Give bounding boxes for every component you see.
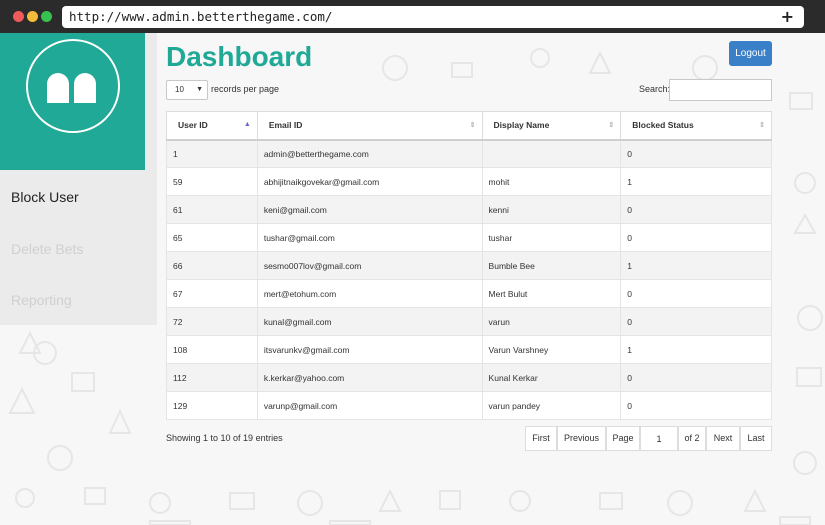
cell-blocked-status: 1 <box>620 167 772 196</box>
table-row[interactable]: 59 abhijitnaikgovekar@gmail.com mohit 1 <box>166 167 772 196</box>
pagination-previous-button[interactable]: Previous <box>557 426 606 451</box>
cell-email-id: sesmo007lov@gmail.com <box>256 251 483 280</box>
cell-user-id: 112 <box>166 363 258 392</box>
cell-email-id: keni@gmail.com <box>256 195 483 224</box>
cell-email-id: mert@etohum.com <box>256 279 483 308</box>
cell-user-id: 66 <box>166 251 258 280</box>
logo-circle <box>26 39 120 133</box>
close-window-button[interactable] <box>13 11 24 22</box>
cell-user-id: 72 <box>166 307 258 336</box>
column-header-email-id[interactable]: Email ID ⇕ <box>256 111 483 141</box>
sort-both-icon: ⇕ <box>759 122 765 129</box>
column-header-label: Email ID <box>268 120 303 131</box>
sort-both-icon: ⇕ <box>608 122 615 129</box>
column-header-user-id[interactable]: User ID ▲ <box>166 111 258 141</box>
cell-blocked-status: 0 <box>620 363 772 392</box>
cell-user-id: 1 <box>166 139 258 168</box>
cell-blocked-status: 1 <box>620 251 772 280</box>
cell-display-name: Mert Bulut <box>481 279 622 308</box>
cell-user-id: 61 <box>166 195 258 224</box>
cell-user-id: 108 <box>166 335 258 364</box>
records-per-page-label: records per page <box>211 84 280 94</box>
cell-user-id: 129 <box>166 391 258 420</box>
pagination-next-button[interactable]: Next <box>706 426 740 451</box>
pagination-first-button[interactable]: First <box>525 426 557 451</box>
cell-blocked-status: 0 <box>620 139 772 168</box>
cell-email-id: admin@betterthegame.com <box>256 139 483 168</box>
column-header-display-name[interactable]: Display Name ⇕ <box>481 111 622 141</box>
page-title: Dashboard <box>166 41 313 72</box>
table-info-text: Showing 1 to 10 of 19 entries <box>166 433 283 443</box>
cell-email-id: abhijitnaikgovekar@gmail.com <box>256 167 483 196</box>
pagination-last-button[interactable]: Last <box>740 426 772 451</box>
caret-down-icon: ▼ <box>196 86 203 93</box>
cell-user-id: 65 <box>166 223 258 252</box>
cell-email-id: k.kerkar@yahoo.com <box>256 363 483 392</box>
cell-display-name: Varun Varshney <box>481 335 622 364</box>
cell-blocked-status: 0 <box>620 307 772 336</box>
sidebar-item-reporting[interactable]: Reporting <box>11 292 72 308</box>
table-row[interactable]: 66 sesmo007lov@gmail.com Bumble Bee 1 <box>166 251 772 280</box>
table-row[interactable]: 61 keni@gmail.com kenni 0 <box>166 195 772 224</box>
url-text[interactable]: http://www.admin.betterthegame.com/ <box>69 9 332 24</box>
cell-display-name: Kunal Kerkar <box>481 363 622 392</box>
records-per-page-select[interactable]: 10 ▼ <box>166 80 208 100</box>
cell-blocked-status: 0 <box>620 391 772 420</box>
table-row[interactable]: 65 tushar@gmail.com tushar 0 <box>166 223 772 252</box>
sidebar: Block User Delete Bets Reporting <box>0 33 157 325</box>
cell-email-id: varunp@gmail.com <box>256 391 483 420</box>
search-label: Search: <box>639 84 671 94</box>
column-header-label: User ID <box>178 120 208 131</box>
cell-email-id: tushar@gmail.com <box>256 223 483 252</box>
column-header-label: Display Name <box>493 120 550 131</box>
cell-display-name: varun pandey <box>481 391 622 420</box>
users-table: User ID ▲ Email ID ⇕ Display Name ⇕ Bloc… <box>166 111 772 420</box>
browser-window: http://www.admin.betterthegame.com/ + Bl… <box>0 0 825 525</box>
sort-both-icon: ⇕ <box>469 122 476 129</box>
cell-display-name: mohit <box>481 167 622 196</box>
cell-user-id: 67 <box>166 279 258 308</box>
logo-arch-left <box>47 73 69 103</box>
pagination-of-total-label: of 2 <box>678 426 706 451</box>
table-row[interactable]: 129 varunp@gmail.com varun pandey 0 <box>166 391 772 420</box>
sidebar-item-block-user[interactable]: Block User <box>11 189 79 205</box>
maximize-window-button[interactable] <box>41 11 52 22</box>
cell-user-id: 59 <box>166 167 258 196</box>
table-header-row: User ID ▲ Email ID ⇕ Display Name ⇕ Bloc… <box>166 111 772 141</box>
cell-display-name: varun <box>481 307 622 336</box>
table-row[interactable]: 112 k.kerkar@yahoo.com Kunal Kerkar 0 <box>166 363 772 392</box>
address-bar[interactable]: http://www.admin.betterthegame.com/ + <box>62 6 804 28</box>
cell-blocked-status: 0 <box>620 223 772 252</box>
cell-email-id: kunal@gmail.com <box>256 307 483 336</box>
pagination-page-label: Page <box>606 426 640 451</box>
cell-display-name: Bumble Bee <box>481 251 622 280</box>
column-header-blocked-status[interactable]: Blocked Status ⇕ <box>620 111 772 141</box>
pagination-page-input[interactable] <box>640 426 678 451</box>
sort-ascending-icon: ▲ <box>243 121 251 128</box>
brand-logo <box>0 33 145 170</box>
logo-arch-right <box>74 73 96 103</box>
cell-email-id: itsvarunkv@gmail.com <box>256 335 483 364</box>
search-input[interactable] <box>669 79 772 101</box>
cell-blocked-status: 0 <box>620 279 772 308</box>
table-row[interactable]: 67 mert@etohum.com Mert Bulut 0 <box>166 279 772 308</box>
browser-titlebar: http://www.admin.betterthegame.com/ + <box>0 0 825 33</box>
cell-display-name: kenni <box>481 195 622 224</box>
table-row[interactable]: 108 itsvarunkv@gmail.com Varun Varshney 1 <box>166 335 772 364</box>
records-per-page-value: 10 <box>175 85 184 94</box>
table-body: 1 admin@betterthegame.com 0 59 abhijitnaikgo… <box>166 139 772 420</box>
table-row[interactable]: 72 kunal@gmail.com varun 0 <box>166 307 772 336</box>
sidebar-item-delete-bets[interactable]: Delete Bets <box>11 241 83 257</box>
cell-display-name: tushar <box>481 223 622 252</box>
logout-button[interactable]: Logout <box>729 41 772 66</box>
cell-blocked-status: 0 <box>620 195 772 224</box>
page-viewport: Block User Delete Bets Reporting Dashboa… <box>0 33 825 525</box>
cell-display-name <box>481 139 622 168</box>
minimize-window-button[interactable] <box>27 11 38 22</box>
cell-blocked-status: 1 <box>620 335 772 364</box>
new-tab-plus-icon[interactable]: + <box>781 6 794 28</box>
column-header-label: Blocked Status <box>632 120 694 131</box>
table-row[interactable]: 1 admin@betterthegame.com 0 <box>166 139 772 168</box>
